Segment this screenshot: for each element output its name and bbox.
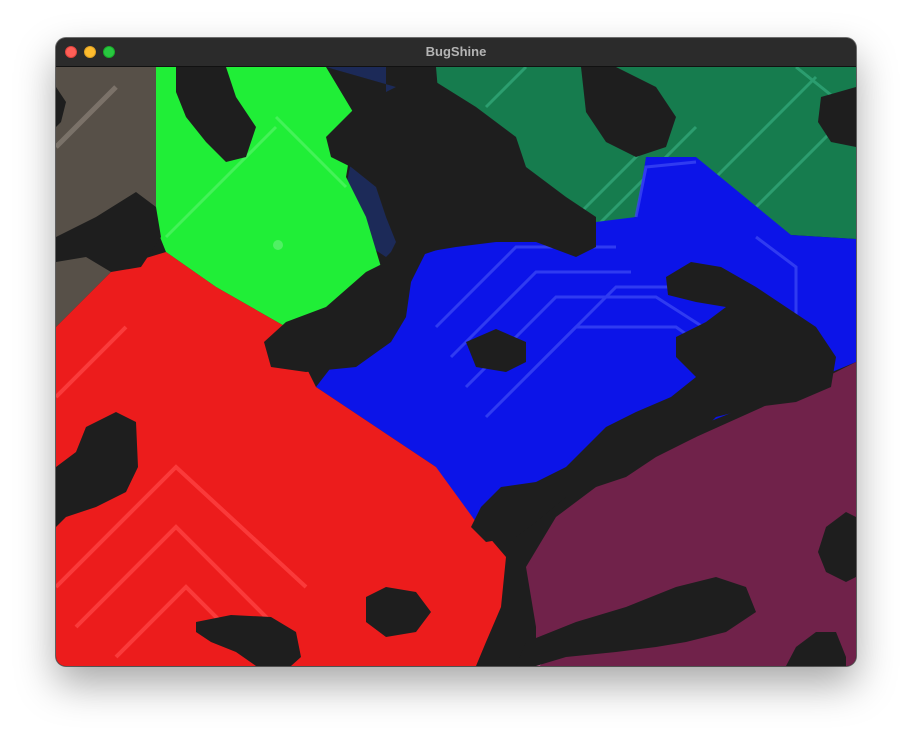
render-surface: [56, 67, 856, 666]
window-title: BugShine: [425, 44, 487, 59]
render-canvas[interactable]: [56, 67, 856, 666]
green-dot: [273, 240, 283, 250]
app-window: BugShine: [56, 38, 856, 666]
title-bar[interactable]: BugShine: [56, 38, 856, 67]
